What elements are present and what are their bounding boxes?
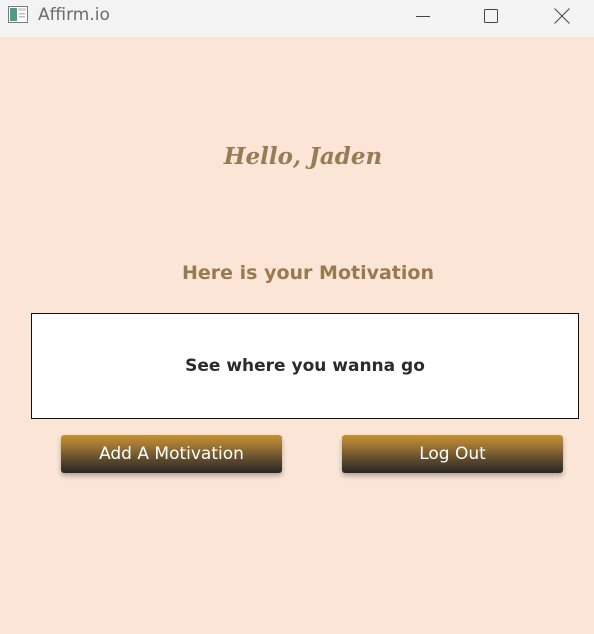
title-bar: Affirm.io <box>0 0 594 37</box>
app-window-icon <box>8 6 28 23</box>
maximize-icon <box>484 9 498 23</box>
close-button[interactable] <box>529 0 594 32</box>
close-icon <box>554 8 570 24</box>
motivation-display: See where you wanna go <box>31 313 579 419</box>
minimize-icon <box>416 9 430 23</box>
window-title: Affirm.io <box>38 5 110 25</box>
greeting-heading: Hello, Jaden <box>223 143 383 170</box>
log-out-button[interactable]: Log Out <box>342 435 563 473</box>
add-motivation-button[interactable]: Add A Motivation <box>61 435 282 473</box>
motivation-heading: Here is your Motivation <box>182 262 434 284</box>
motivation-text: See where you wanna go <box>185 356 425 376</box>
maximize-button[interactable] <box>458 0 524 32</box>
minimize-button[interactable] <box>390 0 456 32</box>
